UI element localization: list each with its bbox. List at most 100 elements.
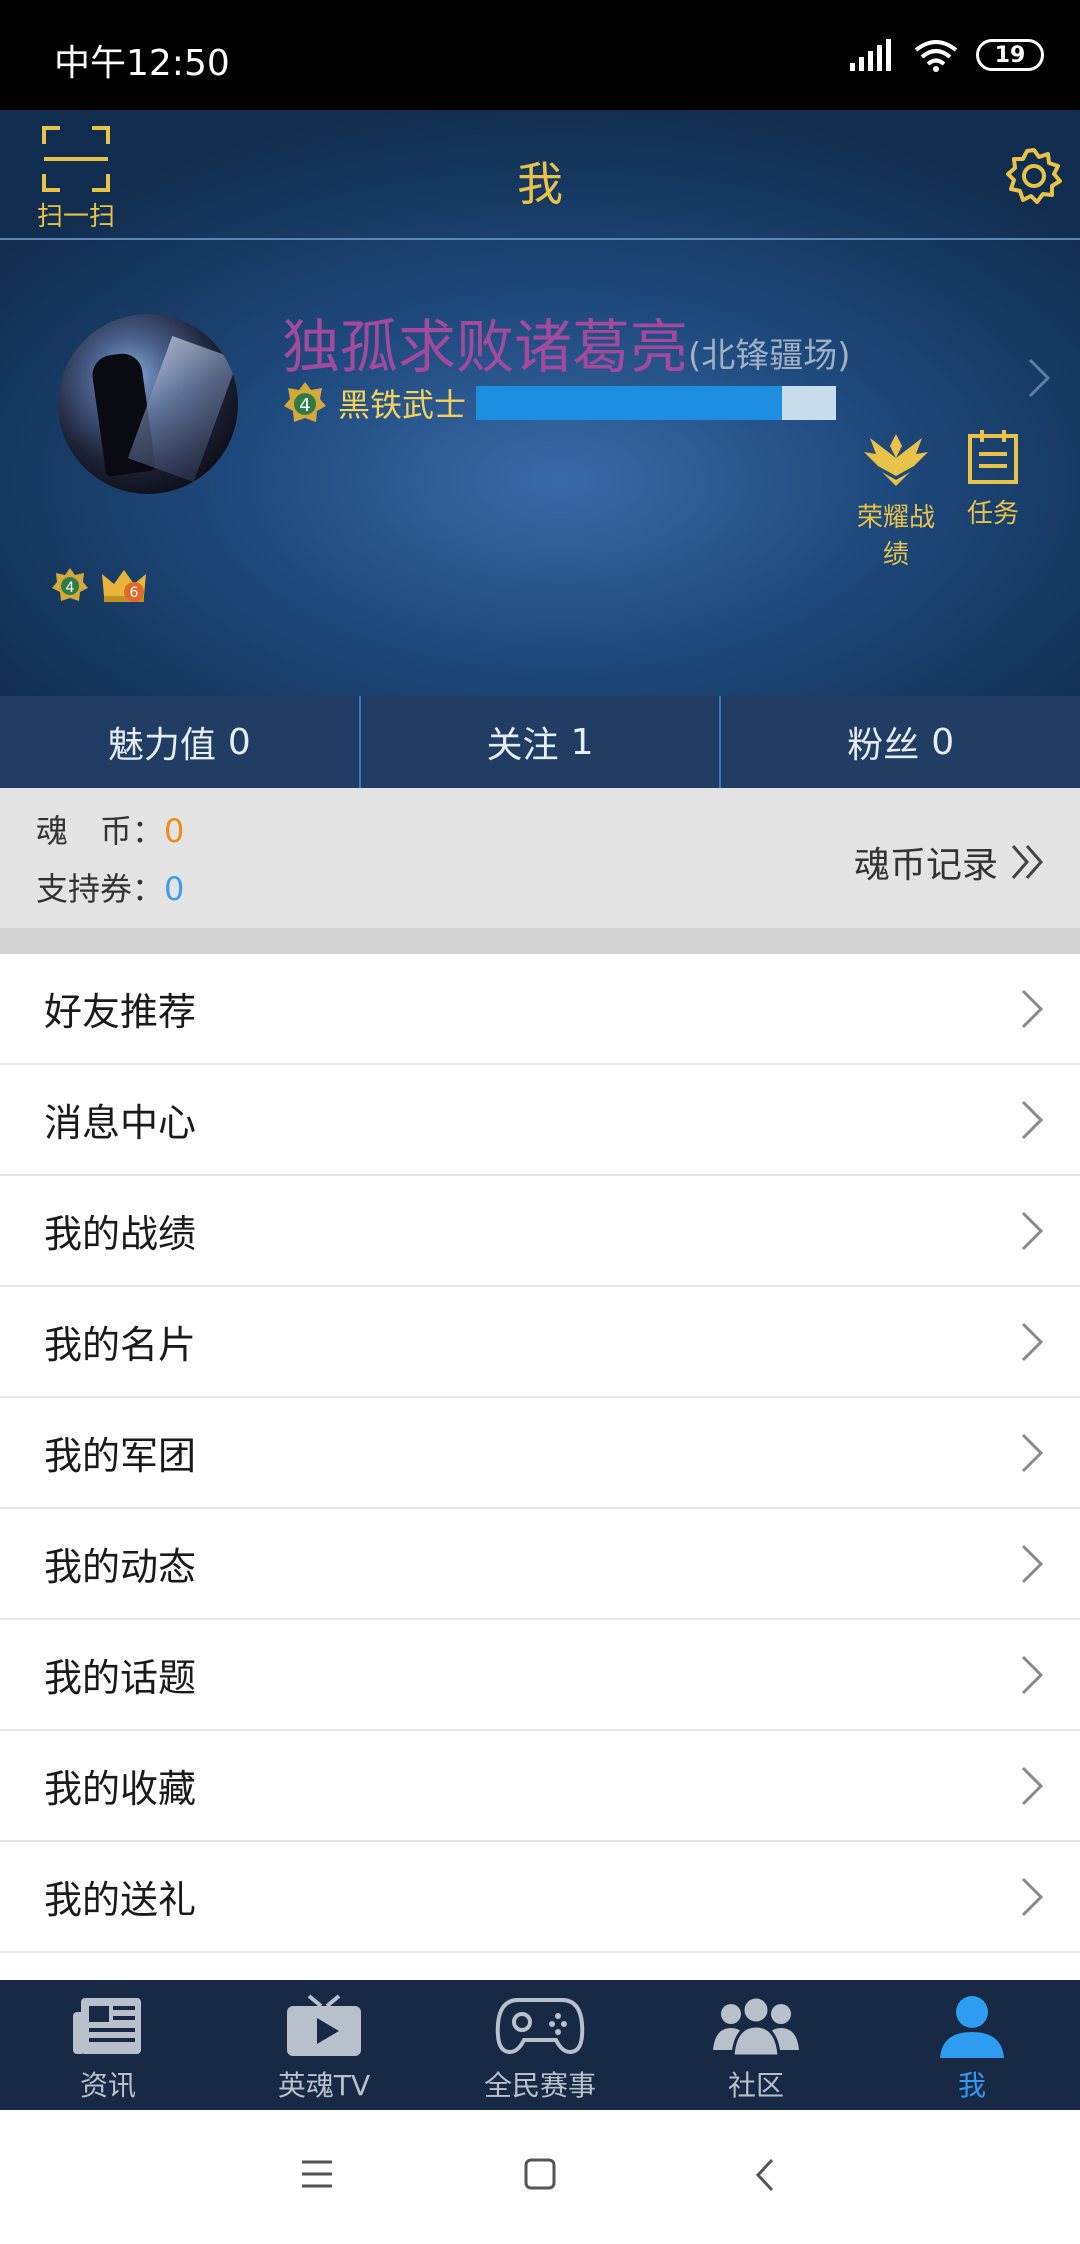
menu-item-label: 我的收藏 — [44, 1767, 197, 1811]
menu-item-friend-recommend[interactable]: 好友推荐 — [0, 954, 1080, 1065]
double-chevron-right-icon — [1011, 845, 1043, 879]
chevron-right-icon — [1021, 1322, 1044, 1361]
menu-item-my-topics[interactable]: 我的话题 — [0, 1620, 1080, 1731]
coin-label: 魂 币： — [36, 812, 165, 850]
coin-value: 0 — [164, 812, 185, 850]
rank-level: 4 — [299, 395, 310, 416]
followers-stat[interactable]: 粉丝 0 — [721, 696, 1080, 788]
menu-item-label: 我的送礼 — [44, 1878, 197, 1922]
menu-item-label: 我的军团 — [44, 1434, 197, 1478]
chevron-right-icon — [1021, 1433, 1044, 1472]
news-icon — [73, 1998, 141, 2054]
wifi-icon — [914, 40, 958, 72]
charm-stat[interactable]: 魅力值 0 — [0, 696, 361, 788]
status-time: 中午12:50 — [54, 43, 230, 84]
task-button[interactable]: 任务 — [958, 428, 1028, 530]
signal-icon — [850, 39, 891, 71]
tab-label: 资讯 — [79, 2069, 136, 2102]
coin-record-button[interactable]: 魂币记录 — [854, 836, 1046, 888]
menu-list: 好友推荐 消息中心 我的战绩 我的名片 我的军团 我的动态 我的话题 我的收藏 … — [0, 954, 1080, 1953]
user-name-line: 独孤求败诸葛亮(北锋疆场) — [282, 300, 851, 384]
chevron-right-icon — [1021, 989, 1044, 1028]
chevron-right-icon — [1021, 1544, 1044, 1583]
voucher-label: 支持券： — [36, 870, 165, 908]
menu-item-my-legion[interactable]: 我的军团 — [0, 1398, 1080, 1509]
following-stat[interactable]: 关注 1 — [361, 696, 722, 788]
tab-news[interactable]: 资讯 — [0, 1980, 216, 2110]
honor-wings-icon — [864, 434, 928, 486]
person-icon — [940, 1996, 1004, 2058]
menu-item-label: 我的名片 — [44, 1323, 197, 1367]
gear-icon[interactable] — [1004, 146, 1064, 206]
menu-icon[interactable] — [300, 2158, 334, 2190]
tab-label: 社区 — [727, 2069, 784, 2102]
followers-label: 粉丝 — [847, 725, 920, 766]
charm-label: 魅力值 — [107, 725, 216, 766]
rank-row: 4 黑铁武士 — [282, 380, 837, 426]
voucher-row: 支持券：0 — [36, 864, 184, 910]
chevron-right-icon[interactable] — [1026, 356, 1052, 400]
chevron-right-icon — [1021, 1211, 1044, 1250]
avatar[interactable] — [58, 314, 238, 494]
menu-item-label: 我的话题 — [44, 1656, 197, 1700]
coin-row: 魂 币：0 — [36, 806, 184, 852]
honor-record-label: 荣耀战绩 — [856, 503, 935, 570]
tab-tournament[interactable]: 全民赛事 — [432, 1980, 648, 2110]
tab-label: 全民赛事 — [483, 2069, 596, 2102]
following-value: 1 — [570, 721, 594, 763]
menu-item-my-posts[interactable]: 我的动态 — [0, 1509, 1080, 1620]
stats-bar: 魅力值 0 关注 1 粉丝 0 — [0, 696, 1080, 788]
chevron-right-icon — [1021, 1655, 1044, 1694]
tab-label: 英魂TV — [277, 2069, 371, 2102]
tab-community[interactable]: 社区 — [648, 1980, 864, 2110]
charm-value: 0 — [227, 721, 251, 763]
profile-header: 扫一扫 我 独孤求败诸葛亮(北锋疆场) 4 黑铁武士 荣耀战绩 任务 4 6 — [0, 110, 1080, 696]
xp-progress-fill — [476, 386, 783, 420]
chevron-right-icon — [1021, 1766, 1044, 1805]
honor-record-button[interactable]: 荣耀战绩 — [846, 428, 946, 571]
level-badge-number: 4 — [66, 580, 75, 596]
bottom-nav: 资讯 英魂TV 全民赛事 社区 我 — [0, 1980, 1080, 2110]
page-title: 我 — [517, 157, 563, 211]
menu-item-my-record[interactable]: 我的战绩 — [0, 1176, 1080, 1287]
status-bar: 中午12:50 19 — [0, 0, 1080, 110]
coin-record-label: 魂币记录 — [853, 845, 998, 886]
voucher-value: 0 — [164, 870, 185, 908]
rank-badge-icon: 4 — [284, 382, 326, 422]
tab-label: 我 — [957, 2069, 986, 2102]
wallet-section: 魂 币：0 支持券：0 魂币记录 — [0, 788, 1080, 928]
menu-item-label: 我的动态 — [44, 1545, 197, 1589]
back-icon[interactable] — [754, 2158, 776, 2192]
menu-item-my-favorites[interactable]: 我的收藏 — [0, 1731, 1080, 1842]
followers-value: 0 — [931, 721, 955, 763]
menu-item-label: 消息中心 — [44, 1101, 197, 1145]
system-nav-bar — [0, 2110, 1080, 2244]
tab-me[interactable]: 我 — [864, 1980, 1080, 2110]
task-clipboard-icon — [968, 430, 1018, 484]
menu-item-my-gifts[interactable]: 我的送礼 — [0, 1842, 1080, 1953]
gamepad-icon — [495, 1998, 585, 2055]
xp-progress-bar — [476, 386, 837, 420]
crown-level: 6 — [130, 585, 139, 601]
rank-name: 黑铁武士 — [338, 386, 467, 424]
battery-icon: 19 — [976, 39, 1044, 71]
tv-icon — [287, 1994, 361, 2056]
following-label: 关注 — [486, 725, 559, 766]
home-icon[interactable] — [524, 2158, 556, 2190]
chevron-right-icon — [1021, 1100, 1044, 1139]
community-icon — [713, 1995, 799, 2058]
level-badge-icon[interactable]: 4 — [50, 566, 90, 606]
top-bar: 扫一扫 我 — [0, 110, 1080, 240]
task-label: 任务 — [966, 499, 1019, 529]
server-name: (北锋疆场) — [688, 336, 851, 376]
menu-item-label: 好友推荐 — [44, 990, 197, 1034]
tab-tv[interactable]: 英魂TV — [216, 1980, 432, 2110]
menu-item-message-center[interactable]: 消息中心 — [0, 1065, 1080, 1176]
status-icons: 19 — [850, 38, 1044, 72]
badge-row: 4 6 — [50, 566, 148, 606]
menu-item-label: 我的战绩 — [44, 1212, 197, 1256]
menu-item-my-card[interactable]: 我的名片 — [0, 1287, 1080, 1398]
section-divider — [0, 928, 1080, 954]
user-name: 独孤求败诸葛亮 — [282, 313, 689, 381]
crown-icon[interactable]: 6 — [100, 566, 148, 606]
